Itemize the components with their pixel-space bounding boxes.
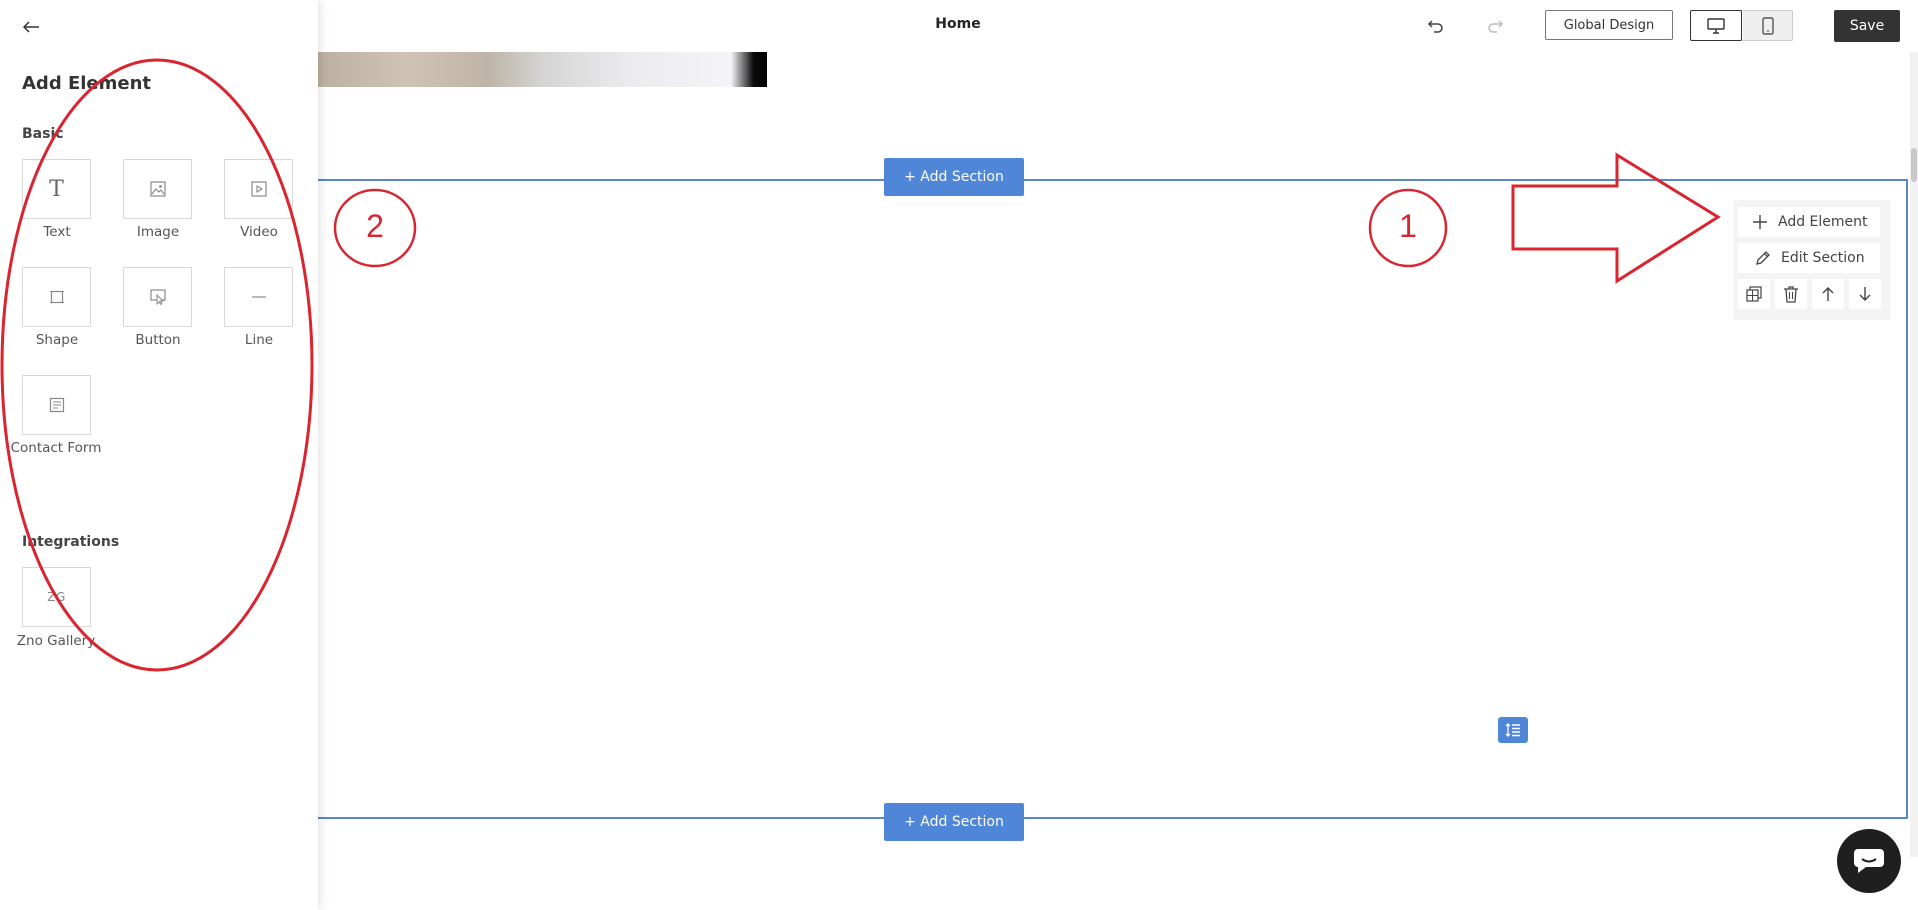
arrow-left-icon [22,21,39,33]
zno-gallery-tile[interactable]: ZG [22,567,91,627]
shape-element-label: Shape [35,332,79,348]
delete-section-button[interactable] [1775,279,1807,309]
button-icon [149,289,166,305]
text-element-tile[interactable]: T [22,159,91,219]
button-element-tile[interactable] [123,267,192,327]
sidebar-title: Add Element [22,73,152,94]
image-icon [149,181,166,197]
scrollbar-thumb[interactable] [1911,148,1917,182]
redo-icon [1488,20,1504,33]
line-icon [251,296,266,298]
shape-element-tile[interactable] [22,267,91,327]
line-element-label: Line [244,332,274,348]
back-button[interactable] [17,13,45,41]
duplicate-icon [1746,286,1762,302]
section-image[interactable] [318,52,767,87]
undo-button[interactable] [1422,12,1450,40]
add-section-button-top[interactable]: + Add Section [884,158,1024,196]
redo-button[interactable] [1481,12,1509,40]
global-design-button[interactable]: Global Design [1545,10,1673,40]
move-section-down-button[interactable] [1849,279,1881,309]
video-icon [250,181,267,197]
layers-button[interactable] [1498,717,1528,743]
add-section-button-bottom[interactable]: + Add Section [884,803,1024,841]
line-element-tile[interactable] [224,267,293,327]
contact-form-icon [49,397,64,413]
chat-icon [1854,849,1884,873]
edit-section-label: Edit Section [1781,250,1865,266]
desktop-view-button[interactable] [1690,10,1742,41]
image-element-label: Image [136,224,180,240]
edit-section-button[interactable]: Edit Section [1738,243,1880,273]
video-element-label: Video [240,224,278,240]
arrow-down-icon [1859,287,1871,301]
trash-icon [1784,286,1798,303]
contact-form-element-tile[interactable] [22,375,91,435]
image-element-tile[interactable] [123,159,192,219]
basic-heading: Basic [22,126,64,142]
save-button[interactable]: Save [1834,10,1900,42]
add-element-label: Add Element [1778,214,1868,230]
mobile-view-button[interactable] [1743,11,1792,40]
integrations-heading: Integrations [22,534,120,550]
mobile-icon [1761,16,1774,35]
page-title: Home [935,16,981,32]
desktop-icon [1707,17,1725,34]
zno-gallery-icon: ZG [47,590,66,604]
arrow-up-icon [1822,287,1834,301]
duplicate-section-button[interactable] [1738,279,1770,309]
text-element-label: Text [43,224,71,240]
shape-icon [49,290,64,304]
plus-icon [1753,215,1767,229]
add-element-button[interactable]: Add Element [1738,207,1880,237]
pencil-icon [1756,251,1770,265]
move-section-up-button[interactable] [1812,279,1844,309]
video-element-tile[interactable] [224,159,293,219]
button-element-label: Button [135,332,181,348]
undo-icon [1427,20,1443,33]
chat-button[interactable] [1837,829,1901,893]
zno-gallery-label: Zno Gallery [16,633,96,649]
text-icon: T [49,176,64,202]
list-icon [1505,723,1520,737]
selected-section[interactable] [318,179,1908,819]
contact-form-element-label: Contact Form [10,440,102,456]
